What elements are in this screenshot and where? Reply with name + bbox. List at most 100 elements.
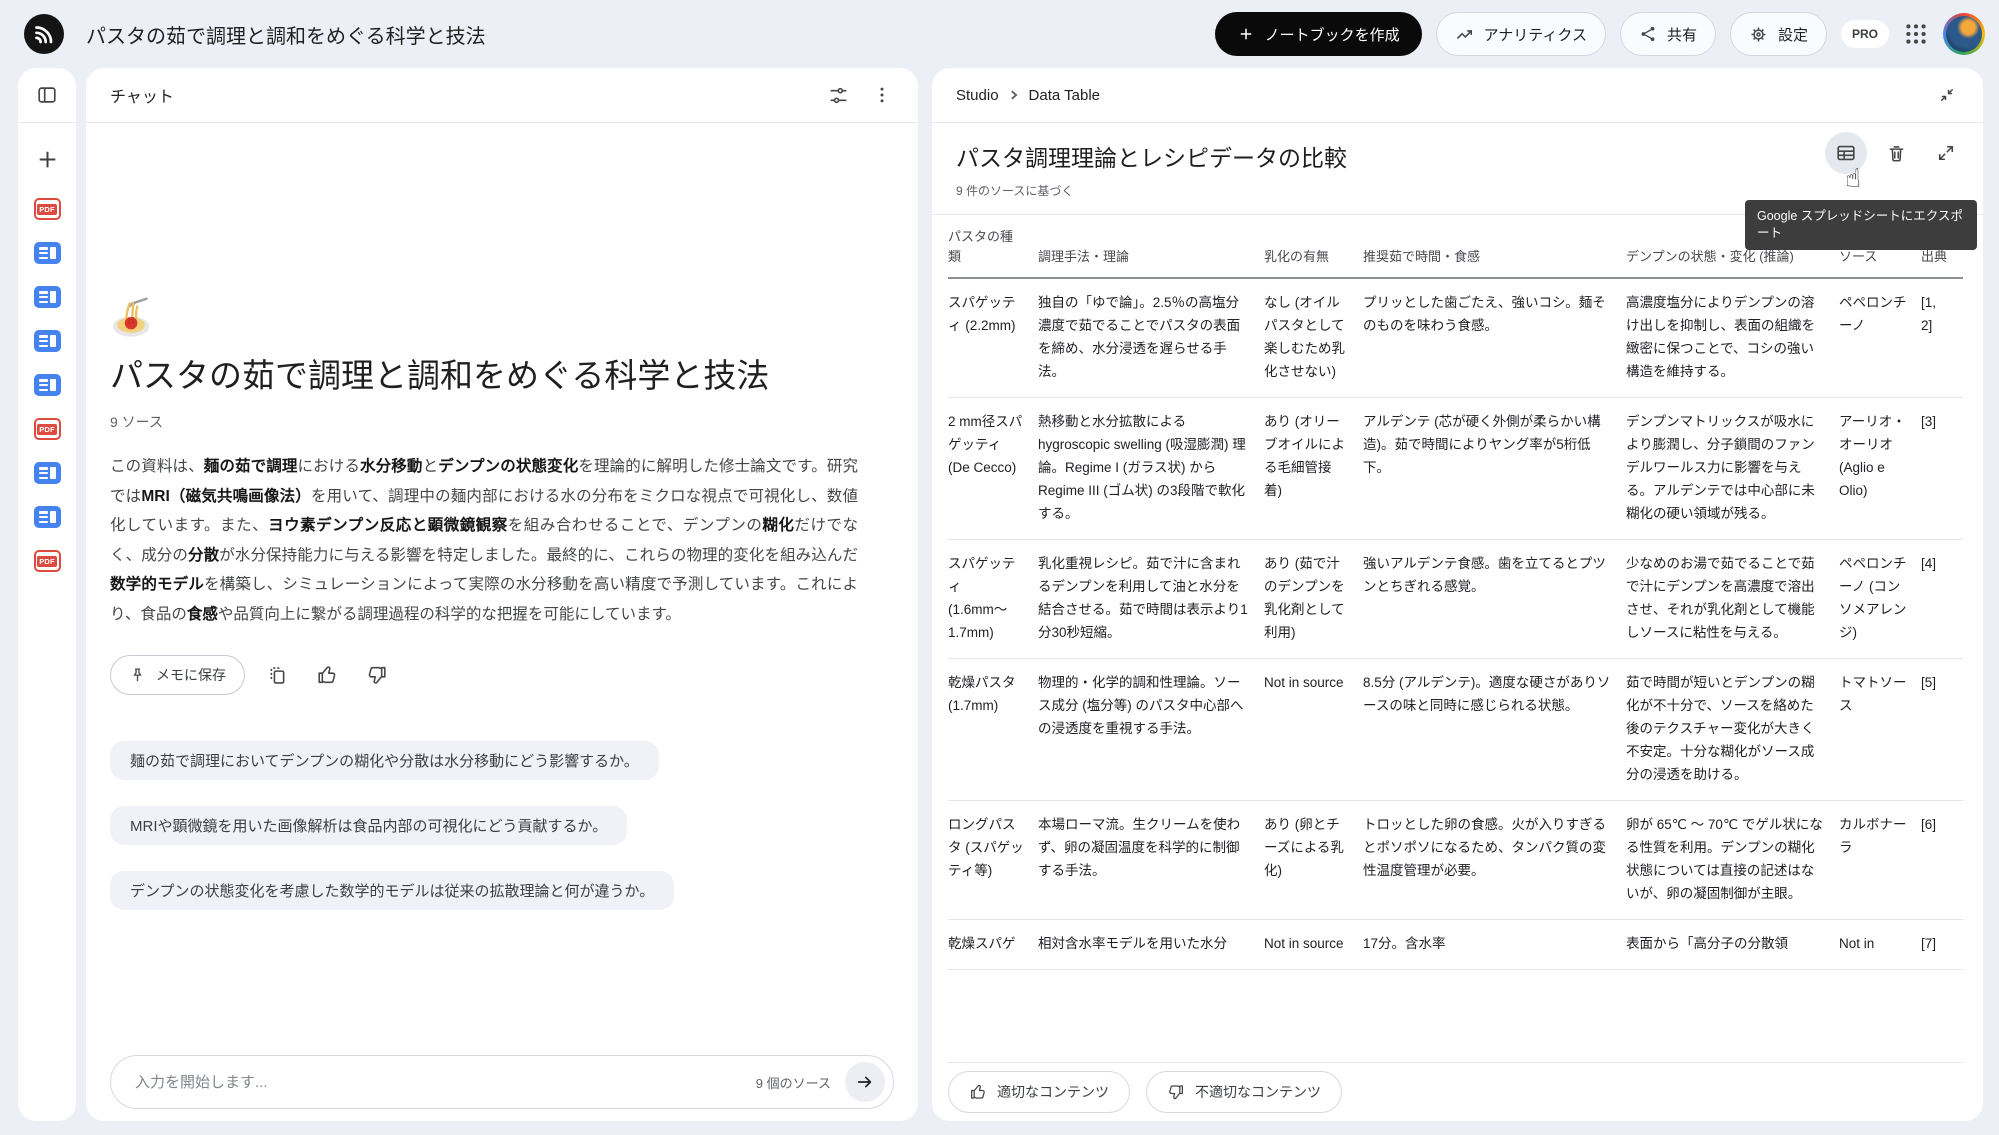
table-cell: プリッとした歯ごたえ、強いコシ。麺そのものを味わう食感。 [1363,278,1626,398]
pdf-source-icon[interactable]: PDF [34,550,61,572]
analytics-button[interactable]: アナリティクス [1436,12,1606,56]
table-cell: [1, 2] [1921,278,1963,398]
collapse-panel-icon[interactable] [36,84,58,106]
data-table-title: パスタ調理理論とレシピデータの比較 [956,139,1959,173]
data-table-subtitle: 9 件のソースに基づく [956,182,1959,199]
table-cell: スパゲッティ (1.6mm〜1.7mm) [948,540,1038,659]
doc-source-icon[interactable] [34,242,61,264]
table-cell: 17分。含水率 [1363,920,1626,970]
share-button[interactable]: 共有 [1620,12,1716,56]
table-row: スパゲッティ (1.6mm〜1.7mm)乳化重視レシピ。茹で汁に含まれるデンプン… [948,540,1963,659]
doc-source-icon[interactable] [34,330,61,352]
column-header: 推奨茹で時間・食感 [1363,215,1626,278]
doc-source-icon[interactable] [34,506,61,528]
table-cell: 表面から「高分子の分散領 [1626,920,1839,970]
table-cell: Not in source [1264,920,1363,970]
table-cell: デンプンマトリックスが吸水により膨潤し、分子鎖間のファンデルワールス力に影響を与… [1626,398,1839,540]
table-cell: [7] [1921,920,1963,970]
pdf-source-icon[interactable]: PDF [34,418,61,440]
table-cell: トマトソース [1839,659,1921,801]
table-cell: あり (卵とチーズによる乳化) [1264,801,1363,920]
chat-input-bar: 9 個のソース [110,1055,894,1109]
cursor-pointer-icon: ☝ [1845,164,1861,194]
gear-icon [1749,25,1768,44]
apps-grid-icon[interactable] [1903,21,1929,47]
table-cell: ペペロンチーノ [1839,278,1921,398]
bad-content-button[interactable]: 不適切なコンテンツ [1146,1071,1342,1113]
table-cell: [3] [1921,398,1963,540]
summary-paragraph: この資料は、麺の茹で調理における水分移動とデンプンの状態変化を理論的に解明した修… [110,452,858,629]
table-row: スパゲッティ (2.2mm)独自の「ゆで論」。2.5％の高塩分濃度で茹でることで… [948,278,1963,398]
thumb-up-icon [969,1083,987,1101]
table-cell: ロングパスタ (スパゲッティ等) [948,801,1038,920]
table-cell: 乳化重視レシピ。茹で汁に含まれるデンプンを利用して油と水分を結合させる。茹で時間… [1038,540,1264,659]
table-cell: カルボナーラ [1839,801,1921,920]
thumb-down-icon[interactable] [359,657,395,693]
table-cell: あり (茹で汁のデンプンを乳化剤として利用) [1264,540,1363,659]
table-cell: 物理的・化学的調和性理論。ソース成分 (塩分等) のパスタ中心部への浸透度を重視… [1038,659,1264,801]
table-cell: 茹で時間が短いとデンプンの糊化が不十分で、ソースを絡めた後のテクスチャー変化が大… [1626,659,1839,801]
table-cell: 卵が 65℃ 〜 70℃ でゲル状になる性質を利用。デンプンの糊化状態については… [1626,801,1839,920]
chat-panel-title: チャット [110,83,174,107]
delete-button[interactable] [1875,132,1917,174]
table-cell: [4] [1921,540,1963,659]
data-table-container[interactable]: パスタの種類調理手法・理論乳化の有無推奨茹で時間・食感デンプンの状態・変化 (推… [948,215,1963,1063]
table-row: 乾燥スパゲ相対含水率モデルを用いた水分Not in source17分。含水率表… [948,920,1963,970]
add-source-button[interactable] [35,147,60,172]
suggested-question-chip[interactable]: デンプンの状態変化を考慮した数学的モデルは従来の拡散理論と何が違うか。 [110,871,674,910]
save-to-note-button[interactable]: メモに保存 [110,655,245,695]
spaghetti-emoji [110,293,894,339]
breadcrumb-data-table: Data Table [1029,87,1100,104]
input-source-count: 9 個のソース [756,1073,831,1092]
doc-source-icon[interactable] [34,286,61,308]
avatar[interactable] [1943,13,1985,55]
chat-content: パスタの茹で調理と調和をめぐる科学と技法 9 ソース この資料は、麺の茹で調理に… [86,123,918,1055]
close-fullscreen-icon[interactable] [1927,75,1967,115]
open-in-full-button[interactable] [1925,132,1967,174]
table-row: 乾燥パスタ (1.7mm)物理的・化学的調和性理論。ソース成分 (塩分等) のパ… [948,659,1963,801]
chat-input[interactable] [133,1073,756,1092]
pro-badge: PRO [1841,20,1889,48]
source-count-label: 9 ソース [110,412,894,432]
settings-button[interactable]: 設定 [1730,12,1827,56]
suggested-question-chip[interactable]: MRIや顕微鏡を用いた画像解析は食品内部の可視化にどう貢献するか。 [110,806,627,845]
column-header: パスタの種類 [948,215,1038,278]
thumb-up-icon[interactable] [309,657,345,693]
table-cell: あり (オリーブオイルによる毛細管接着) [1264,398,1363,540]
table-body: スパゲッティ (2.2mm)独自の「ゆで論」。2.5％の高塩分濃度で茹でることで… [948,278,1963,970]
feedback-bar: 適切なコンテンツ 不適切なコンテンツ [932,1063,1983,1121]
table-cell: アルデンテ (芯が硬く外側が柔らかい構造)。茹で時間によりヤング率が5桁低下。 [1363,398,1626,540]
copy-icon[interactable] [259,657,295,693]
chevron-right-icon [1008,89,1020,101]
pdf-source-icon[interactable]: PDF [34,198,61,220]
tune-icon[interactable] [818,75,858,115]
good-content-button[interactable]: 適切なコンテンツ [948,1071,1130,1113]
table-cell: 2 mm径スパゲッティ (De Cecco) [948,398,1038,540]
table-cell: トロッとした卵の食感。火が入りすぎるとポソポソになるため、タンパク質の変性温度管… [1363,801,1626,920]
doc-source-icon[interactable] [34,374,61,396]
share-icon [1639,25,1657,43]
notebooklm-logo-icon[interactable] [24,14,64,54]
table-cell: 少なめのお湯で茹でることで茹で汁にデンプンを高濃度で溶出させ、それが乳化剤として… [1626,540,1839,659]
breadcrumb-studio[interactable]: Studio [956,87,999,104]
column-header: 乳化の有無 [1264,215,1363,278]
suggested-question-chip[interactable]: 麺の茹で調理においてデンプンの糊化や分散は水分移動にどう影響するか。 [110,741,659,780]
data-table: パスタの種類調理手法・理論乳化の有無推奨茹で時間・食感デンプンの状態・変化 (推… [948,215,1963,970]
export-tooltip: Google スプレッドシートにエクスポート [1745,200,1977,250]
chat-panel: チャット パスタの茹で調理と調和をめぐる科学と技法 9 ソース この資料は、 [86,68,918,1121]
pin-icon [129,667,146,684]
table-row: ロングパスタ (スパゲッティ等)本場ローマ流。生クリームを使わず、卵の凝固温度を… [948,801,1963,920]
table-cell: ペペロンチーノ (コンソメアレンジ) [1839,540,1921,659]
create-notebook-button[interactable]: ノートブックを作成 [1215,12,1422,56]
doc-source-icon[interactable] [34,462,61,484]
notebook-title: パスタの茹で調理と調和をめぐる科学と技法 [86,20,486,49]
breadcrumb: Studio Data Table [956,87,1100,104]
topbar: パスタの茹で調理と調和をめぐる科学と技法 ノートブックを作成 アナリティクス 共… [0,0,1999,68]
table-cell: 本場ローマ流。生クリームを使わず、卵の凝固温度を科学的に制御する手法。 [1038,801,1264,920]
send-button[interactable] [845,1062,885,1102]
table-cell: Not in [1839,920,1921,970]
more-vert-icon[interactable] [862,75,902,115]
table-cell: 熱移動と水分拡散による hygroscopic swelling (吸湿膨潤) … [1038,398,1264,540]
studio-panel: Studio Data Table パスタ調理理論とレシピデータの比較 9 件の… [932,68,1983,1121]
table-row: 2 mm径スパゲッティ (De Cecco)熱移動と水分拡散による hygros… [948,398,1963,540]
